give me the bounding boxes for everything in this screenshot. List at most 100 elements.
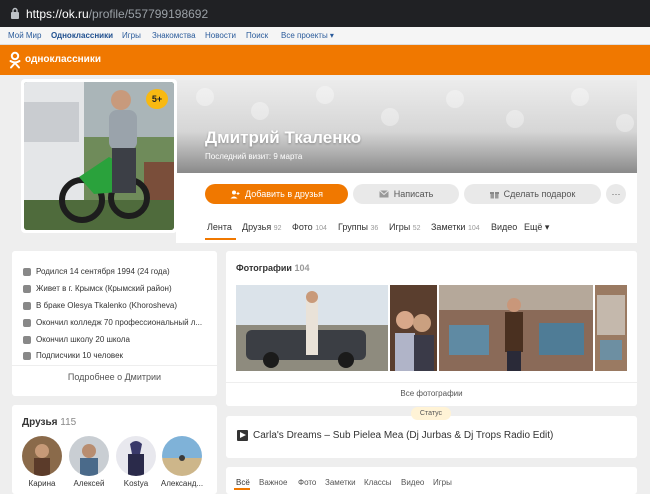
friends-title[interactable]: Друзья 115 [22,417,76,428]
friend-name: Kostya [123,479,149,488]
portal-item-games[interactable]: Игры [122,31,141,40]
url-field[interactable]: https://ok.ru/profile/557799198692 [26,7,208,21]
tab-label: Ещё ▾ [524,222,550,232]
tab-count: 36 [370,225,379,232]
friends-count: 115 [60,417,77,428]
cover-pattern-dot [446,90,464,108]
feed-filter-card [226,467,637,494]
tab-label: Друзья [242,222,272,232]
last-visit: Последний визит: 9 марта [205,152,303,161]
more-about-link[interactable]: Подробнее о Дмитрии [12,372,217,382]
info-text: Подписчики 10 человек [36,351,124,360]
write-message-button[interactable]: Написать [353,184,459,204]
all-photos-link[interactable]: Все фотографии [226,389,637,398]
photo-thumbnail[interactable] [390,285,437,371]
portal-item-search[interactable]: Поиск [246,31,268,40]
tab-video[interactable]: Видео [491,222,517,232]
cover-pattern-dot [381,108,399,126]
tab-friends[interactable]: Друзья 92 [242,222,282,232]
info-school[interactable]: Окончил школу 20 школа [23,335,130,344]
photo-thumbnail[interactable] [236,285,388,371]
tab-label: Лента [207,222,232,232]
info-text: Окончил колледж 70 профессиональный л... [36,318,203,327]
add-user-icon [230,190,240,198]
tab-feed[interactable]: Лента [207,222,232,232]
age-rating-badge: 5+ [146,89,168,109]
more-actions-button[interactable]: ··· [606,184,626,204]
info-text: Живет в г. Крымск (Крымский район) [36,284,172,293]
tab-groups[interactable]: Группы 36 [338,222,378,232]
feed-filter-games[interactable]: Игры [433,478,452,487]
tab-count: 104 [315,225,327,232]
friend-avatar [162,436,202,476]
photo-thumbnail[interactable] [595,285,627,371]
info-college[interactable]: Окончил колледж 70 профессиональный л... [23,318,202,327]
tab-photos[interactable]: Фото 104 [292,222,327,232]
friend-name: Александ... [160,479,204,488]
divider [226,382,637,383]
add-friend-button[interactable]: Добавить в друзья [205,184,348,204]
feed-filter-classes[interactable]: Классы [364,478,392,487]
calendar-icon [23,267,31,276]
feed-filter-photos[interactable]: Фото [298,478,316,487]
cover-pattern-dot [616,114,634,132]
portal-item-dating[interactable]: Знакомства [152,31,196,40]
friend-name: Алексей [73,479,105,488]
info-text: В браке Olesya Tkalenko (Khorosheva) [36,301,177,310]
envelope-icon [378,190,389,198]
feed-filter-important[interactable]: Важное [259,478,287,487]
tab-count: 92 [273,225,282,232]
send-gift-label: Сделать подарок [503,189,576,199]
friend-item[interactable]: Карина [20,436,64,488]
photo-thumbnail[interactable] [439,285,593,371]
status-text[interactable]: Carla's Dreams – Sub Pielea Mea (Dj Jurb… [237,430,553,441]
tab-notes[interactable]: Заметки 104 [431,222,480,232]
cover-pattern-dot [571,88,589,106]
play-icon[interactable] [237,430,248,441]
tab-label: Видео [491,222,518,232]
tab-games[interactable]: Игры 52 [389,222,421,232]
portal-item-moi-mir[interactable]: Мой Мир [8,31,41,40]
friend-item[interactable]: Алексей [67,436,111,488]
lock-icon [11,7,19,19]
friend-avatar [116,436,156,476]
tab-label: Группы [338,222,368,232]
site-header: одноклассники [0,45,650,75]
portal-nav: Мой Мир Одноклассники Игры Знакомства Но… [0,27,650,45]
feed-filter-notes[interactable]: Заметки [325,478,356,487]
portal-item-news[interactable]: Новости [205,31,236,40]
tab-label: Игры [389,222,411,232]
tab-more[interactable]: Ещё ▾ [524,222,549,233]
portal-item-odnoklassniki[interactable]: Одноклассники [51,31,113,40]
tab-label: Фото [292,222,313,232]
friends-title-label: Друзья [22,417,58,428]
portal-item-all-projects[interactable]: Все проекты ▾ [281,31,334,40]
friend-avatar [69,436,109,476]
friend-avatar [22,436,62,476]
info-city: Живет в г. Крымск (Крымский район) [23,284,172,293]
status-song: Carla's Dreams – Sub Pielea Mea (Dj Jurb… [253,430,554,441]
tab-count: 104 [467,225,480,232]
friend-item[interactable]: Александ... [160,436,204,488]
feed-filter-video[interactable]: Видео [401,478,424,487]
brand-name[interactable]: одноклассники [25,54,101,65]
photos-title[interactable]: Фотографии 104 [236,263,309,273]
info-subscribers[interactable]: Подписчики 10 человек [23,351,123,360]
feed-filter-all[interactable]: Всё [236,478,250,487]
ok-logo-icon[interactable] [8,51,22,69]
send-gift-button[interactable]: Сделать подарок [464,184,601,204]
info-text: Окончил школу 20 школа [36,335,130,344]
gift-icon [489,191,499,198]
info-birthday: Родился 14 сентября 1994 (24 года) [23,267,170,276]
write-message-label: Написать [393,189,434,199]
url-path: /profile/557799198692 [88,7,209,21]
photos-count: 104 [294,263,310,273]
subscribers-icon [23,351,31,360]
url-base: https://ok.ru [26,7,89,21]
info-marriage[interactable]: В браке Olesya Tkalenko (Khorosheva) [23,301,177,310]
friend-item[interactable]: Kostya [114,436,158,488]
tab-label: Заметки [431,222,466,232]
heart-icon [23,301,31,310]
graduation-cap-icon [23,318,31,327]
divider [12,365,217,366]
